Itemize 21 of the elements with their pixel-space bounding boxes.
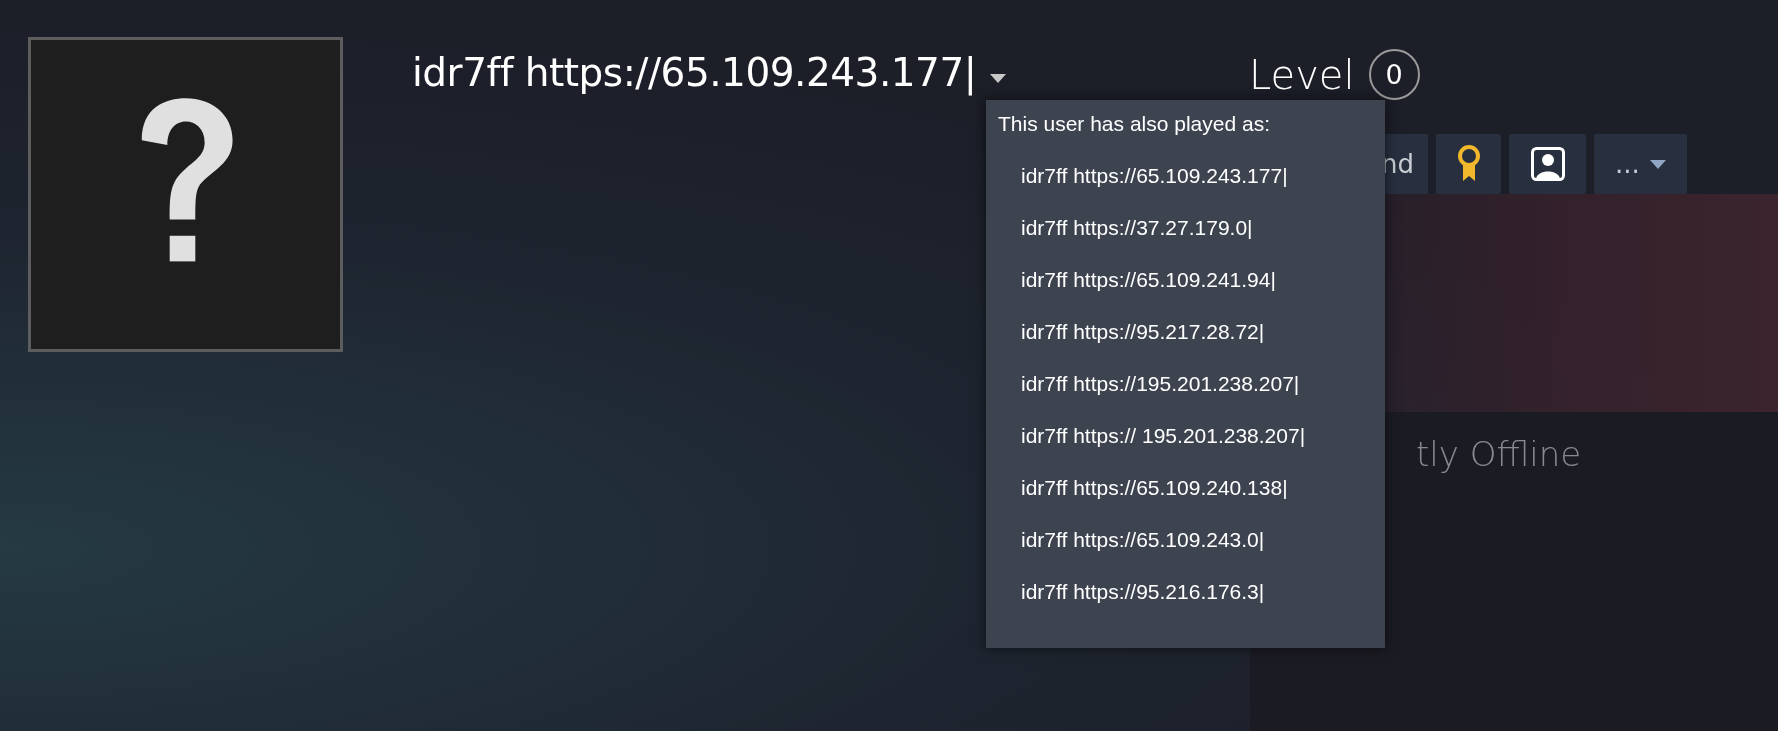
persona-name: idr7ff https://65.109.243.177| <box>412 50 977 95</box>
badge-button[interactable] <box>1436 134 1501 194</box>
level-label: Level <box>1249 51 1355 98</box>
former-name: idr7ff https://195.201.238.207| <box>1020 372 1301 397</box>
person-icon <box>1530 147 1565 181</box>
level-badge: 0 <box>1368 49 1420 100</box>
former-name: idr7ff https://95.217.28.72| <box>1020 320 1266 345</box>
caret-icon[interactable] <box>990 74 1007 83</box>
profile-button[interactable] <box>1509 134 1586 194</box>
former-name: idr7ff https://65.109.240.138| <box>1020 476 1289 501</box>
caret-icon <box>1649 159 1666 169</box>
former-name: idr7ff https://65.109.243.0| <box>1020 528 1266 553</box>
status-text: tly Offline <box>1416 433 1583 474</box>
former-name: idr7ff https://95.216.176.3| <box>1020 580 1266 605</box>
popup-title: This user has also played as: <box>998 112 1271 136</box>
former-name: idr7ff https://65.109.241.94| <box>1020 268 1277 293</box>
former-name: idr7ff https:// 195.201.238.207| <box>1020 424 1307 449</box>
former-name: idr7ff https://65.109.243.177| <box>1020 164 1289 189</box>
award-icon <box>1457 145 1480 183</box>
former-name: idr7ff https://37.27.179.0| <box>1020 216 1254 241</box>
more-button[interactable]: ... <box>1594 134 1687 194</box>
